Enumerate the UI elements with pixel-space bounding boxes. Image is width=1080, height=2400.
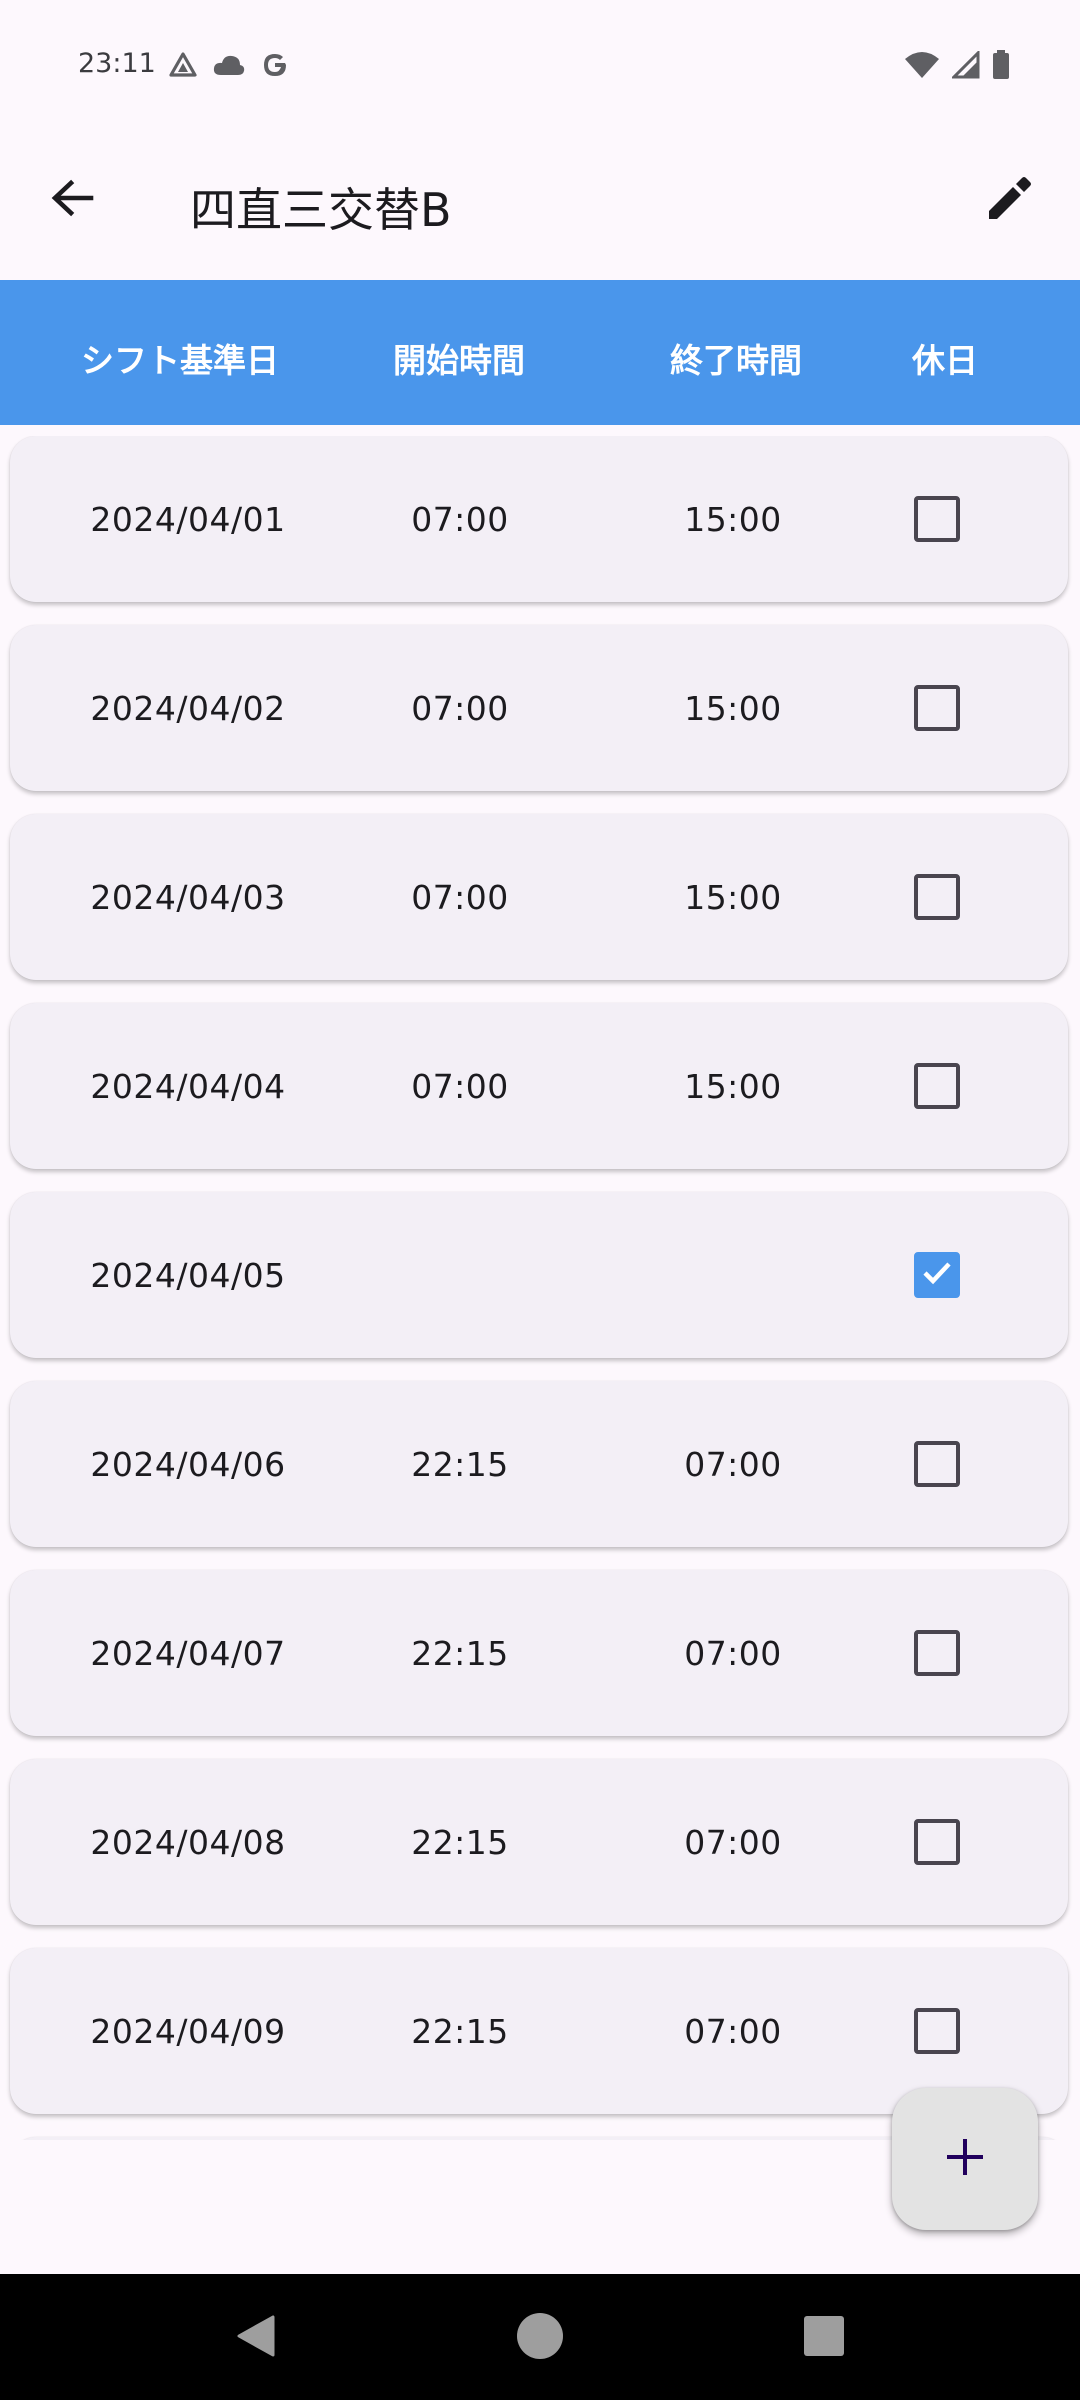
- screen: 23:11 四直三交替B シフト基準日 開始時間 終了時間 休日 2024/04…: [0, 0, 1080, 2400]
- wifi-icon: [904, 51, 940, 79]
- holiday-checkbox[interactable]: [914, 874, 960, 920]
- shift-row[interactable]: 2024/04/09 22:15 07:00: [10, 1948, 1068, 2114]
- status-right-icons: [904, 50, 1010, 80]
- status-time: 23:11: [78, 48, 156, 79]
- row-end-time: 15:00: [684, 689, 782, 728]
- holiday-checkbox[interactable]: [914, 1441, 960, 1487]
- row-start-time: 22:15: [411, 1445, 509, 1484]
- header-start-time: 開始時間: [393, 341, 525, 380]
- row-start-time: 22:15: [411, 1823, 509, 1862]
- drive-icon: [168, 51, 198, 79]
- cloud-icon: [212, 53, 246, 77]
- shift-row[interactable]: 2024/04/04 07:00 15:00: [10, 1003, 1068, 1169]
- status-bar: 23:11: [0, 0, 1080, 132]
- shift-row[interactable]: 2024/04/07 22:15 07:00: [10, 1570, 1068, 1736]
- row-date: 2024/04/06: [90, 1445, 286, 1484]
- add-shift-fab[interactable]: [892, 2088, 1038, 2230]
- arrow-back-icon: [47, 173, 97, 228]
- row-start-time: 07:00: [411, 689, 509, 728]
- holiday-checkbox[interactable]: [914, 1252, 960, 1298]
- shift-row[interactable]: 2024/04/03 07:00 15:00: [10, 814, 1068, 980]
- row-end-time: 07:00: [684, 1823, 782, 1862]
- edit-button[interactable]: [974, 164, 1046, 236]
- row-date: 2024/04/07: [90, 1634, 286, 1673]
- row-date: 2024/04/05: [90, 1256, 286, 1295]
- shift-row[interactable]: 2024/04/08 22:15 07:00: [10, 1759, 1068, 1925]
- row-start-time: 07:00: [411, 1067, 509, 1106]
- nav-recents-icon: [802, 2314, 846, 2363]
- holiday-checkbox[interactable]: [914, 685, 960, 731]
- app-bar: 四直三交替B: [0, 132, 1080, 280]
- shift-list[interactable]: 2024/04/01 07:00 15:00 2024/04/02 07:00 …: [0, 436, 1080, 2140]
- row-date: 2024/04/09: [90, 2012, 286, 2051]
- signal-icon: [952, 51, 980, 79]
- table-header: シフト基準日 開始時間 終了時間 休日: [0, 280, 1080, 425]
- header-shift-date: シフト基準日: [81, 341, 279, 380]
- holiday-checkbox[interactable]: [914, 1819, 960, 1865]
- nav-home-icon: [515, 2311, 565, 2366]
- row-date: 2024/04/02: [90, 689, 286, 728]
- page-title: 四直三交替B: [190, 183, 452, 237]
- row-end-time: 15:00: [684, 500, 782, 539]
- row-date: 2024/04/03: [90, 878, 286, 917]
- row-end-time: 07:00: [684, 2012, 782, 2051]
- shift-row[interactable]: 2024/04/05: [10, 1192, 1068, 1358]
- row-end-time: 15:00: [684, 878, 782, 917]
- holiday-checkbox[interactable]: [914, 2008, 960, 2054]
- shift-row[interactable]: 2024/04/01 07:00 15:00: [10, 436, 1068, 602]
- check-icon: [919, 1255, 955, 1296]
- status-left-icons: [168, 50, 290, 80]
- holiday-checkbox[interactable]: [914, 496, 960, 542]
- header-holiday: 休日: [912, 341, 978, 380]
- plus-icon: [943, 2135, 987, 2184]
- row-start-time: 22:15: [411, 2012, 509, 2051]
- row-date: 2024/04/01: [90, 500, 286, 539]
- holiday-checkbox[interactable]: [914, 1630, 960, 1676]
- nav-recents-button[interactable]: [784, 2298, 864, 2378]
- shift-row[interactable]: 2024/04/02 07:00 15:00: [10, 625, 1068, 791]
- nav-home-button[interactable]: [500, 2298, 580, 2378]
- row-end-time: 07:00: [684, 1445, 782, 1484]
- back-button[interactable]: [36, 164, 108, 236]
- nav-back-button[interactable]: [216, 2298, 296, 2378]
- google-icon: [260, 50, 290, 80]
- header-end-time: 終了時間: [670, 341, 802, 380]
- pencil-icon: [983, 171, 1037, 230]
- system-nav-bar: [0, 2274, 1080, 2400]
- row-end-time: 15:00: [684, 1067, 782, 1106]
- row-date: 2024/04/04: [90, 1067, 286, 1106]
- row-start-time: 07:00: [411, 878, 509, 917]
- row-date: 2024/04/08: [90, 1823, 286, 1862]
- row-start-time: 22:15: [411, 1634, 509, 1673]
- holiday-checkbox[interactable]: [914, 1063, 960, 1109]
- row-start-time: 07:00: [411, 500, 509, 539]
- battery-icon: [992, 50, 1010, 80]
- shift-row[interactable]: 2024/04/06 22:15 07:00: [10, 1381, 1068, 1547]
- nav-back-icon: [231, 2311, 281, 2366]
- row-end-time: 07:00: [684, 1634, 782, 1673]
